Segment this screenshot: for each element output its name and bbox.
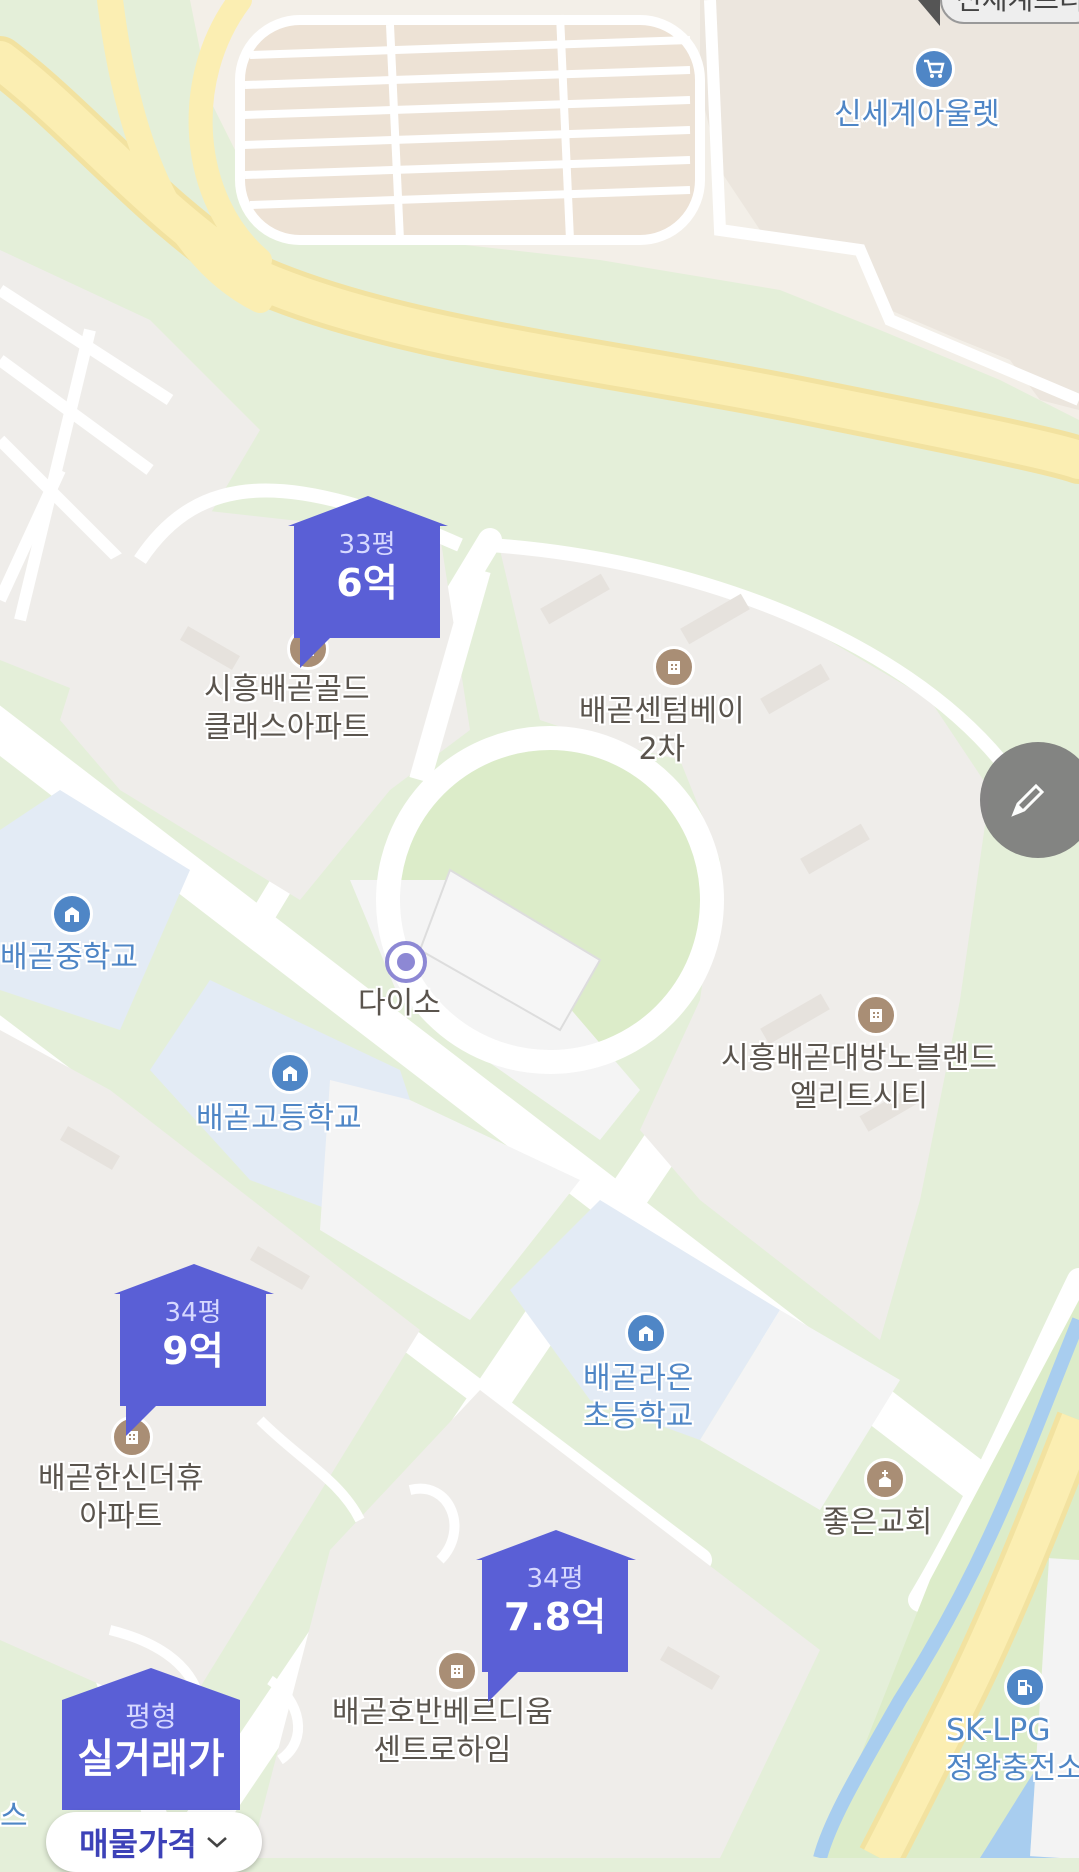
- chevron-down-icon: [207, 1837, 227, 1848]
- top-chip-pointer: [918, 0, 940, 26]
- poi-label-line: 시흥배곧대방노블랜드: [721, 1041, 997, 1076]
- church-icon[interactable]: [864, 1458, 906, 1500]
- marker-body: 34평 7.8억: [482, 1560, 628, 1702]
- poi-label-line: SK-LPG: [946, 1713, 1051, 1748]
- poi-label-line: 초등학교: [583, 1399, 694, 1434]
- poi-label-line: 아파트: [79, 1499, 163, 1534]
- map-canvas[interactable]: 신세계프리 신세계아울렛 시흥배곧골드 클래스아파트 배곧센텀베이 2차 배곧중…: [0, 0, 1079, 1872]
- poi-label-line: 센트로하임: [373, 1733, 512, 1768]
- legend-body: 평형 실거래가: [62, 1700, 240, 1810]
- poi-label-gold-class[interactable]: 시흥배곧골드 클래스아파트: [204, 671, 370, 747]
- pencil-icon: [1011, 783, 1045, 817]
- legend-price-label: 실거래가: [77, 1736, 225, 1782]
- poi-label-baegot-raon[interactable]: 배곧라온 초등학교: [583, 1360, 693, 1436]
- poi-label-line: 배곧센텀베이: [579, 694, 745, 729]
- price-type-label: 매물가격: [79, 1825, 197, 1863]
- apartment-icon[interactable]: [653, 646, 695, 688]
- apartment-icon[interactable]: [436, 1650, 478, 1692]
- poi-label-baegot-high[interactable]: 배곧고등학교: [196, 1100, 362, 1138]
- school-icon[interactable]: [51, 893, 93, 935]
- poi-label-hanshin-the-hue[interactable]: 배곧한신더휴 아파트: [38, 1460, 204, 1536]
- poi-label-line: 배곧라온: [583, 1361, 694, 1396]
- marker-roof: [288, 496, 448, 526]
- poi-label-line: 2차: [638, 732, 686, 767]
- poi-label-line: 엘리트시티: [790, 1079, 928, 1114]
- poi-label-sk-lpg[interactable]: SK-LPG 정왕충전소: [946, 1712, 1079, 1788]
- marker-size: 33평: [338, 530, 396, 560]
- marker-price: 7.8억: [503, 1595, 607, 1639]
- poi-label-baegot-middle[interactable]: 배곧중학교: [0, 939, 138, 977]
- poi-label-daebang-noble[interactable]: 시흥배곧대방노블랜드 엘리트시티: [721, 1040, 997, 1116]
- price-type-dropdown[interactable]: 매물가격: [46, 1812, 262, 1872]
- marker-tail: [126, 1406, 156, 1436]
- school-icon[interactable]: [625, 1312, 667, 1354]
- price-marker[interactable]: 34평 9억: [114, 1264, 274, 1436]
- target-icon[interactable]: [385, 941, 427, 983]
- legend-roof: [62, 1668, 240, 1700]
- price-legend: 평형 실거래가: [62, 1668, 240, 1810]
- target-dot: [397, 953, 415, 971]
- marker-price: 9억: [162, 1329, 224, 1373]
- marker-price: 6억: [336, 561, 398, 605]
- shopping-cart-icon[interactable]: [913, 48, 955, 90]
- marker-body: 33평 6억: [294, 526, 440, 668]
- poi-label-line: 배곧한신더휴: [38, 1461, 204, 1496]
- price-marker[interactable]: 33평 6억: [288, 496, 448, 668]
- poi-label-edge-left: 스: [0, 1798, 28, 1836]
- gas-station-icon[interactable]: [1004, 1666, 1046, 1708]
- poi-label-line: 정왕충전소: [946, 1751, 1079, 1786]
- poi-label-hoban-verdium[interactable]: 배곧호반베르디움 센트로하임: [332, 1694, 553, 1770]
- marker-body: 34평 9억: [120, 1294, 266, 1436]
- marker-roof: [476, 1530, 636, 1560]
- marker-roof: [114, 1264, 274, 1294]
- marker-size: 34평: [526, 1564, 584, 1594]
- poi-label-line: 클래스아파트: [204, 710, 370, 745]
- poi-label-good-church[interactable]: 좋은교회: [822, 1504, 932, 1542]
- poi-label-line: 시흥배곧골드: [204, 672, 370, 707]
- poi-label-line: 배곧호반베르디움: [332, 1695, 553, 1730]
- legend-size-label: 평형: [125, 1700, 177, 1733]
- apartment-icon[interactable]: [855, 994, 897, 1036]
- school-icon[interactable]: [269, 1052, 311, 1094]
- price-marker[interactable]: 34평 7.8억: [476, 1530, 636, 1702]
- poi-label-daiso[interactable]: 다이소: [358, 985, 441, 1023]
- poi-label-line: 스: [0, 1799, 28, 1834]
- marker-size: 34평: [164, 1298, 222, 1328]
- marker-tail: [300, 638, 330, 668]
- poi-label-shinsegae-outlet[interactable]: 신세계아울렛: [834, 96, 1000, 134]
- marker-tail: [488, 1672, 518, 1702]
- poi-label-centum-bay[interactable]: 배곧센텀베이 2차: [579, 693, 745, 769]
- top-location-chip[interactable]: 신세계프리: [940, 0, 1079, 24]
